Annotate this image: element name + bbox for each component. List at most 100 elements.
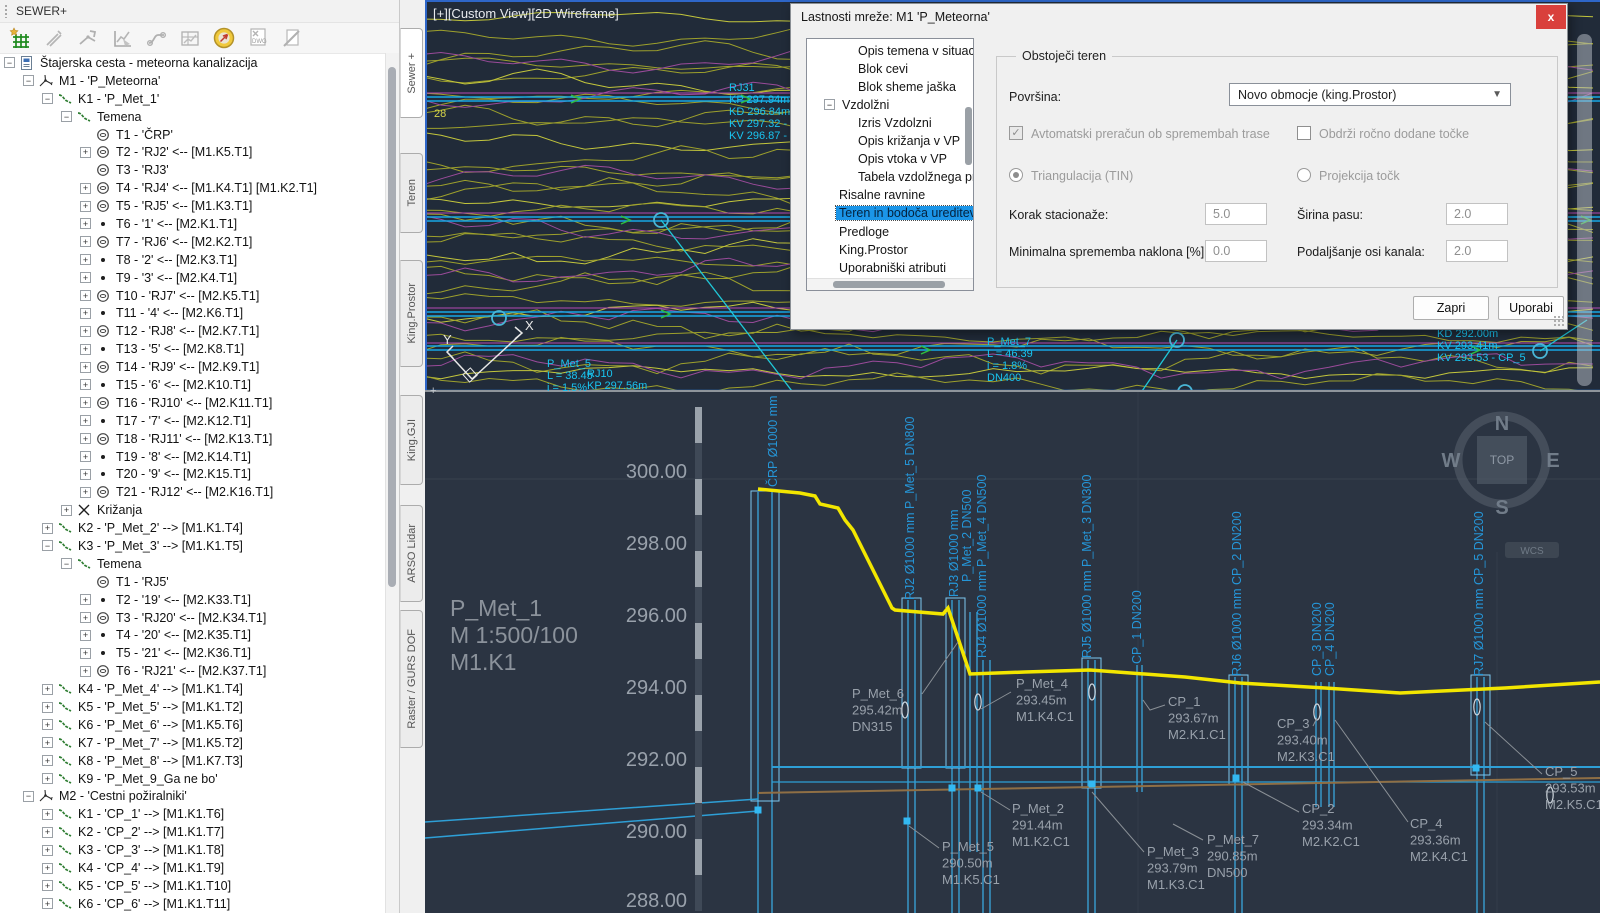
expand-icon[interactable]: + (61, 505, 72, 516)
expand-icon[interactable]: + (42, 737, 53, 748)
dialog-resize-grip[interactable] (1553, 315, 1565, 327)
tree-item[interactable]: T1 - 'ČRP' (0, 126, 386, 144)
obdrzi-tocke-checkbox[interactable]: ✓ (1297, 126, 1311, 140)
tab-teren[interactable]: Teren (400, 153, 423, 233)
tree-item[interactable]: +T11 - '4' <-- [M2.K6.T1] (0, 304, 386, 322)
dialog-tree-item[interactable]: Tabela vzdolžnega pro (855, 169, 974, 186)
expand-icon[interactable]: + (80, 487, 91, 498)
dialog-tree-item[interactable]: Izris Vzdolzni (855, 114, 935, 131)
dwg-export-icon[interactable]: DWG (245, 26, 270, 51)
expand-icon[interactable]: + (80, 594, 91, 605)
tree-item[interactable]: +T2 - 'RJ2' <-- [M1.K5.T1] (0, 143, 386, 161)
expand-icon[interactable]: + (80, 612, 91, 623)
tab-sewer[interactable]: Sewer + (400, 28, 423, 118)
tab-arso-lidar[interactable]: ARSO Lidar (400, 505, 423, 602)
tree-item[interactable]: −M1 - 'P_Meteorna' (0, 72, 386, 90)
expand-icon[interactable]: + (80, 290, 91, 301)
tree-item[interactable]: +T2 - '19' <-- [M2.K33.T1] (0, 591, 386, 609)
expand-icon[interactable]: + (80, 201, 91, 212)
projekcija-radio[interactable] (1297, 168, 1311, 182)
triangulacija-radio[interactable] (1009, 168, 1023, 182)
expand-icon[interactable]: + (80, 272, 91, 283)
podaljsanje-input[interactable]: 2.0 (1446, 240, 1508, 262)
dialog-tree-vscroll-thumb[interactable] (965, 107, 972, 165)
expand-icon[interactable]: + (80, 666, 91, 677)
tree-item[interactable]: +T8 - '2' <-- [M2.K3.T1] (0, 251, 386, 269)
delete-drawing-icon[interactable] (279, 26, 304, 51)
zapri-button[interactable]: Zapri (1413, 296, 1489, 320)
dialog-tree-hscrollbar[interactable] (807, 278, 973, 290)
tree-item[interactable]: +T4 - '20' <-- [M2.K35.T1] (0, 627, 386, 645)
expand-icon[interactable]: + (80, 218, 91, 229)
expand-icon[interactable]: + (42, 845, 53, 856)
povrsina-combobox[interactable]: Novo obmocje (king.Prostor) ▼ (1229, 83, 1511, 106)
tab-raster-gurs-dof[interactable]: Raster / GURS DOF (400, 610, 423, 748)
expand-icon[interactable]: + (80, 326, 91, 337)
tree-item[interactable]: +K9 - 'P_Met_9_Ga ne bo' (0, 770, 386, 788)
tree-item[interactable]: +K1 - 'CP_1' --> [M1.K1.T6] (0, 805, 386, 823)
dialog-tree-item[interactable]: Blok sheme jaška (855, 78, 959, 95)
dialog-tree-item[interactable]: Risalne ravnine (836, 187, 928, 204)
collapse-icon[interactable]: − (42, 540, 53, 551)
tree-item[interactable]: +T21 - 'RJ12' <-- [M2.K16.T1] (0, 483, 386, 501)
tree-item[interactable]: T1 - 'RJ5' (0, 573, 386, 591)
dialog-tree-item[interactable]: −Vzdolžni (824, 96, 892, 113)
tree-item[interactable]: +K5 - 'P_Met_5' --> [M1.K1.T2] (0, 698, 386, 716)
minimalna-input[interactable]: 0.0 (1205, 240, 1267, 262)
collapse-icon[interactable]: − (61, 111, 72, 122)
tree-item[interactable]: +T14 - 'RJ9' <-- [M2.K9.T1] (0, 358, 386, 376)
tab-king-prostor[interactable]: King.Prostor (400, 260, 423, 367)
dialog-tree-item[interactable]: Opis križanja v VP (855, 133, 963, 150)
expand-icon[interactable]: + (80, 308, 91, 319)
viewcube[interactable]: N W E S TOP WCS (1442, 413, 1560, 558)
expand-icon[interactable]: + (42, 523, 53, 534)
avtomatski-preracun-checkbox[interactable]: ✓ (1009, 126, 1023, 140)
tree-item[interactable]: +T10 - 'RJ7' <-- [M2.K5.T1] (0, 287, 386, 305)
tree-item[interactable]: −Temena (0, 555, 386, 573)
expand-icon[interactable]: + (80, 236, 91, 247)
tree-item[interactable]: +K7 - 'P_Met_7' --> [M1.K5.T2] (0, 734, 386, 752)
tree-item[interactable]: +T3 - 'RJ20' <-- [M2.K34.T1] (0, 609, 386, 627)
expand-icon[interactable]: + (42, 755, 53, 766)
tree-item[interactable]: +T5 - '21' <-- [M2.K36.T1] (0, 644, 386, 662)
tree-item[interactable]: +T7 - 'RJ6' <-- [M2.K2.T1] (0, 233, 386, 251)
expand-icon[interactable]: + (80, 415, 91, 426)
expand-icon[interactable]: + (80, 379, 91, 390)
sirina-input[interactable]: 2.0 (1446, 203, 1508, 225)
tree-item[interactable]: +K4 - 'P_Met_4' --> [M1.K1.T4] (0, 680, 386, 698)
expand-icon[interactable]: + (42, 898, 53, 909)
tree-item[interactable]: +T6 - 'RJ21' <-- [M2.K37.T1] (0, 662, 386, 680)
viewcube-west[interactable]: W (1442, 450, 1461, 472)
tree-item[interactable]: +Križanja (0, 501, 386, 519)
dialog-tree-item[interactable]: Uporabniški atributi (836, 259, 949, 276)
collapse-icon[interactable]: − (42, 93, 53, 104)
dialog-tree-item[interactable]: Predloge (836, 223, 892, 240)
edit-junction-icon[interactable] (75, 26, 100, 51)
tree-item[interactable]: +K5 - 'CP_5' --> [M1.K1.T10] (0, 877, 386, 895)
viewcube-north[interactable]: N (1495, 413, 1509, 435)
tree-item[interactable]: +T6 - '1' <-- [M2.K1.T1] (0, 215, 386, 233)
expand-icon[interactable]: + (80, 147, 91, 158)
tree-item[interactable]: +K6 - 'CP_6' --> [M1.K1.T11] (0, 895, 386, 913)
tree-item[interactable]: T3 - 'RJ3' (0, 161, 386, 179)
tree-item[interactable]: +T4 - 'RJ4' <-- [M1.K4.T1] [M1.K2.T1] (0, 179, 386, 197)
profile-view[interactable]: N W E S TOP WCS 300.00298.00296.00294.00… (425, 392, 1600, 913)
tree-item[interactable]: +K3 - 'CP_3' --> [M1.K1.T8] (0, 841, 386, 859)
dialog-close-button[interactable]: x (1536, 5, 1566, 29)
splitter-handle-icon[interactable]: + (430, 385, 436, 397)
tree-item[interactable]: +K6 - 'P_Met_6' --> [M1.K5.T6] (0, 716, 386, 734)
tree-scrollbar-thumb[interactable] (388, 67, 396, 587)
expand-icon[interactable]: + (42, 684, 53, 695)
dialog-tree-item[interactable]: Opis vtoka v VP (855, 151, 950, 168)
viewport-view-label[interactable]: [+][Custom View][2D Wireframe] (433, 6, 619, 21)
dialog-tree-hscroll-thumb[interactable] (833, 281, 945, 288)
longitudinal-profile-icon[interactable] (109, 26, 134, 51)
viewcube-east[interactable]: E (1546, 450, 1559, 472)
collapse-icon[interactable]: − (4, 57, 15, 68)
tree-item[interactable]: +K8 - 'P_Met_8' --> [M1.K7.T3] (0, 752, 386, 770)
collapse-icon[interactable]: − (23, 791, 34, 802)
tree-item[interactable]: +T5 - 'RJ5' <-- [M1.K3.T1] (0, 197, 386, 215)
expand-icon[interactable]: + (80, 344, 91, 355)
expand-icon[interactable]: + (80, 648, 91, 659)
pipe-profile-icon[interactable] (143, 26, 168, 51)
